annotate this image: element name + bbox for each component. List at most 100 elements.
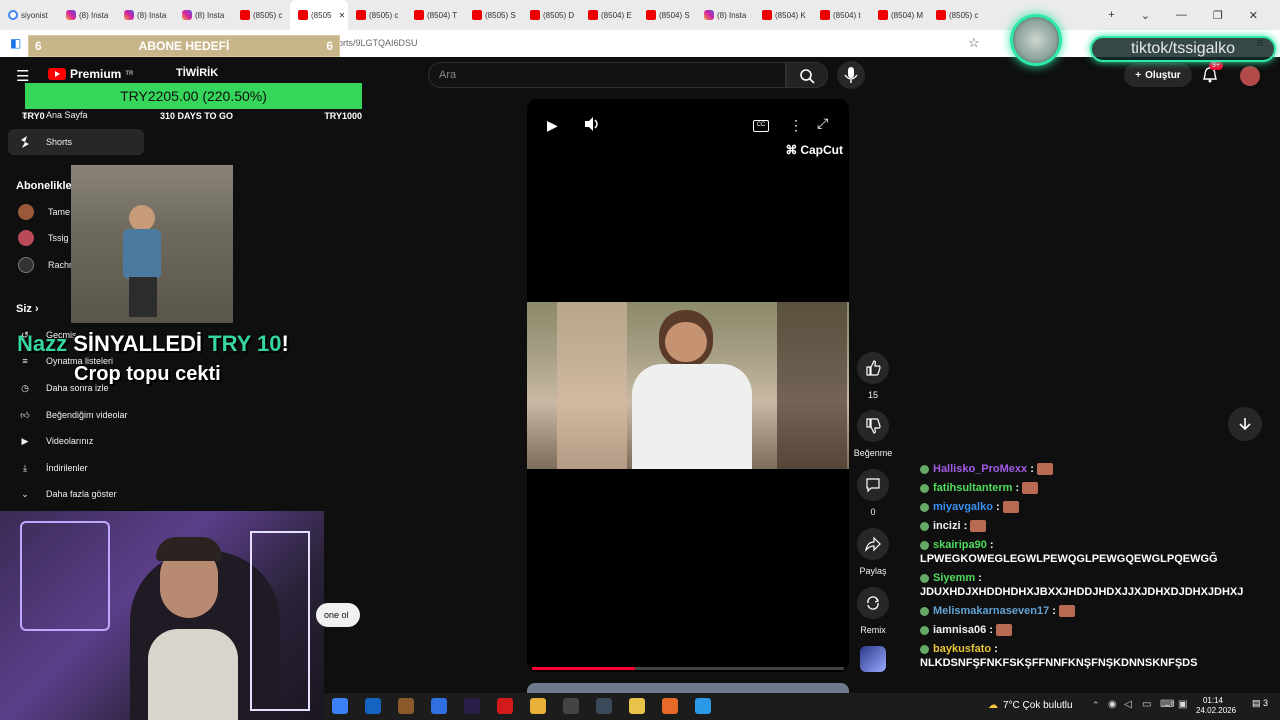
instagram-favicon-icon	[704, 10, 714, 20]
minimize-button[interactable]: —	[1176, 9, 1187, 21]
comment-action[interactable]: 0	[852, 469, 894, 517]
browser-tab[interactable]: (8504) t	[812, 0, 870, 30]
subscriptions-heading: Abonelikler	[16, 180, 76, 192]
like-button[interactable]	[857, 352, 889, 384]
browser-tab[interactable]: (8504) M	[870, 0, 928, 30]
browser-tab[interactable]: (8505) S	[464, 0, 522, 30]
browser-tab[interactable]: (8504) E	[580, 0, 638, 30]
instagram-favicon-icon	[124, 10, 134, 20]
google-favicon-icon	[8, 10, 18, 20]
like-action[interactable]: 15	[852, 352, 894, 400]
close-tab-icon[interactable]: ✕	[338, 11, 345, 20]
browser-tab[interactable]: (8) Insta	[696, 0, 754, 30]
chat-message: Hallisko_ProMexx :	[920, 462, 1270, 476]
captions-icon[interactable]: CC	[753, 120, 769, 132]
remix-button[interactable]	[857, 587, 889, 619]
gamepad-icon[interactable]	[431, 698, 447, 714]
browser-tab[interactable]: (8) Insta	[174, 0, 232, 30]
you-heading[interactable]: Siz ›	[16, 303, 39, 315]
comment-button[interactable]	[857, 469, 889, 501]
user-badge-icon	[920, 573, 929, 583]
account-avatar[interactable]	[1240, 66, 1260, 86]
capcut-watermark: ⌘ CapCut	[785, 143, 843, 157]
outlook-icon[interactable]	[365, 698, 381, 714]
new-tab-button[interactable]: +	[1108, 9, 1114, 21]
donation-alert-message: Crop topu cekti	[74, 363, 221, 385]
subscribe-button[interactable]: one ol	[316, 603, 360, 627]
user-badge-icon	[920, 502, 929, 512]
game-icon[interactable]	[398, 698, 414, 714]
tab-label: (8505) S	[485, 10, 516, 20]
voice-search-button[interactable]	[837, 61, 865, 89]
video-frame	[527, 302, 849, 469]
sidebar-item-video[interactable]: ▶ Videolarınız	[8, 428, 144, 454]
remix-action[interactable]: Remix	[852, 587, 894, 635]
play-button[interactable]: ▶	[547, 117, 558, 134]
network-icon[interactable]: ◉	[1108, 699, 1117, 710]
language-icon[interactable]: ⌨	[1160, 699, 1174, 710]
url-field[interactable]: orts/9LGTQAI6DSU	[338, 38, 418, 48]
battery-icon[interactable]: ▭	[1142, 699, 1151, 710]
sidebar-item-shorts[interactable]: Shorts	[8, 129, 144, 155]
next-short-preview[interactable]	[527, 683, 849, 693]
taskbar-clock[interactable]: 01:14 24.02.2026	[1196, 696, 1236, 716]
browser-tab[interactable]: (8505) D	[522, 0, 580, 30]
file-explorer-icon[interactable]	[629, 698, 645, 714]
volume-icon	[585, 117, 598, 131]
create-button[interactable]: + Oluştur	[1124, 63, 1192, 87]
more-options-icon[interactable]: ⋮	[789, 117, 803, 134]
tab-label: (8505	[311, 10, 332, 20]
share-button[interactable]	[857, 528, 889, 560]
obs-icon[interactable]	[563, 698, 579, 714]
notifications-button[interactable]: 9+	[1201, 61, 1223, 89]
notification-center-button[interactable]: ▤ 3	[1252, 698, 1268, 709]
dislike-button[interactable]	[857, 410, 889, 442]
browser-tab[interactable]: (8505) c	[928, 0, 986, 30]
system-tray-chevron-icon[interactable]: ⌃	[1092, 700, 1100, 711]
chrome-icon[interactable]	[530, 698, 546, 714]
browser-tab[interactable]: (8505 ✕	[290, 0, 348, 30]
start-button-icon[interactable]	[332, 698, 348, 714]
shorts-player[interactable]: ▶ CC ⋮ ⤢ ⌘ CapCut	[527, 99, 849, 672]
video-progress-bar[interactable]	[532, 667, 844, 670]
chat-username: miyavgalko	[933, 501, 993, 513]
sidebar-item-thumb-up[interactable]: 👍︎ Beğendiğim videolar	[8, 402, 144, 428]
browser-tab[interactable]: (8505) c	[348, 0, 406, 30]
photos-icon[interactable]	[695, 698, 711, 714]
sidebar-item-chevron-down[interactable]: ⌄ Daha fazla göster	[8, 481, 144, 507]
browser-tab[interactable]: (8505) c	[232, 0, 290, 30]
restore-button[interactable]: ❐	[1213, 9, 1223, 22]
youtube-logo[interactable]: Premium TR	[48, 67, 133, 81]
browser-tab[interactable]: (8504) S	[638, 0, 696, 30]
opera-icon[interactable]	[497, 698, 513, 714]
share-action[interactable]: Paylaş	[852, 528, 894, 576]
tab-label: (8504) S	[659, 10, 690, 20]
sidebar-item-label: Beğendiğim videolar	[46, 410, 128, 420]
search-button[interactable]	[786, 62, 828, 88]
browser-tab[interactable]: siyonist	[0, 0, 58, 30]
browser-tab[interactable]: (8) Insta	[116, 0, 174, 30]
browser-tab[interactable]: (8) Insta	[58, 0, 116, 30]
close-window-button[interactable]: ✕	[1249, 9, 1258, 22]
browser-tab[interactable]: (8504) K	[754, 0, 812, 30]
alert-bang: !	[281, 331, 289, 356]
tab-search-icon[interactable]: ⌄	[1141, 9, 1150, 22]
steam-icon[interactable]	[596, 698, 612, 714]
browser-tab[interactable]: (8504) T	[406, 0, 464, 30]
firefox-icon[interactable]	[662, 698, 678, 714]
capcut-label: CapCut	[800, 143, 843, 157]
next-short-button[interactable]	[1228, 407, 1262, 441]
volume-button[interactable]	[583, 116, 601, 137]
bookmark-star-icon[interactable]: ☆	[968, 35, 980, 51]
youtube-favicon-icon	[762, 10, 772, 20]
weather-widget[interactable]: ☁ 7°C Çok bulutlu	[988, 700, 1073, 711]
sidebar-item-download[interactable]: ⤓ İndirilenler	[8, 455, 144, 481]
sidebar-toggle-icon[interactable]: ◧	[10, 36, 21, 50]
search-input[interactable]: Ara	[428, 62, 786, 88]
fullscreen-icon[interactable]: ⤢	[817, 115, 828, 132]
dislike-action[interactable]: Beğenme	[852, 410, 894, 458]
premiere-icon[interactable]	[464, 698, 480, 714]
speaker-icon[interactable]: ◁	[1124, 699, 1132, 710]
sound-thumbnail[interactable]	[860, 646, 886, 672]
display-icon[interactable]: ▣	[1178, 699, 1187, 710]
